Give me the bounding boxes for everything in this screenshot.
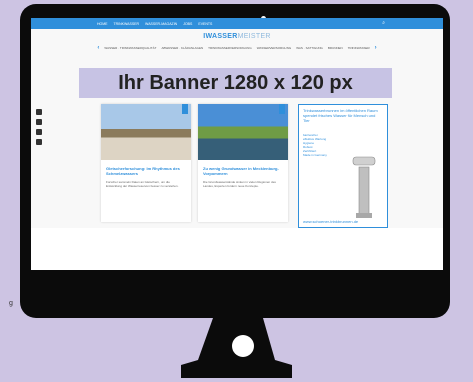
monitor-stand bbox=[181, 318, 292, 378]
cropped-caption: g bbox=[9, 300, 13, 307]
power-button-icon bbox=[232, 335, 254, 357]
